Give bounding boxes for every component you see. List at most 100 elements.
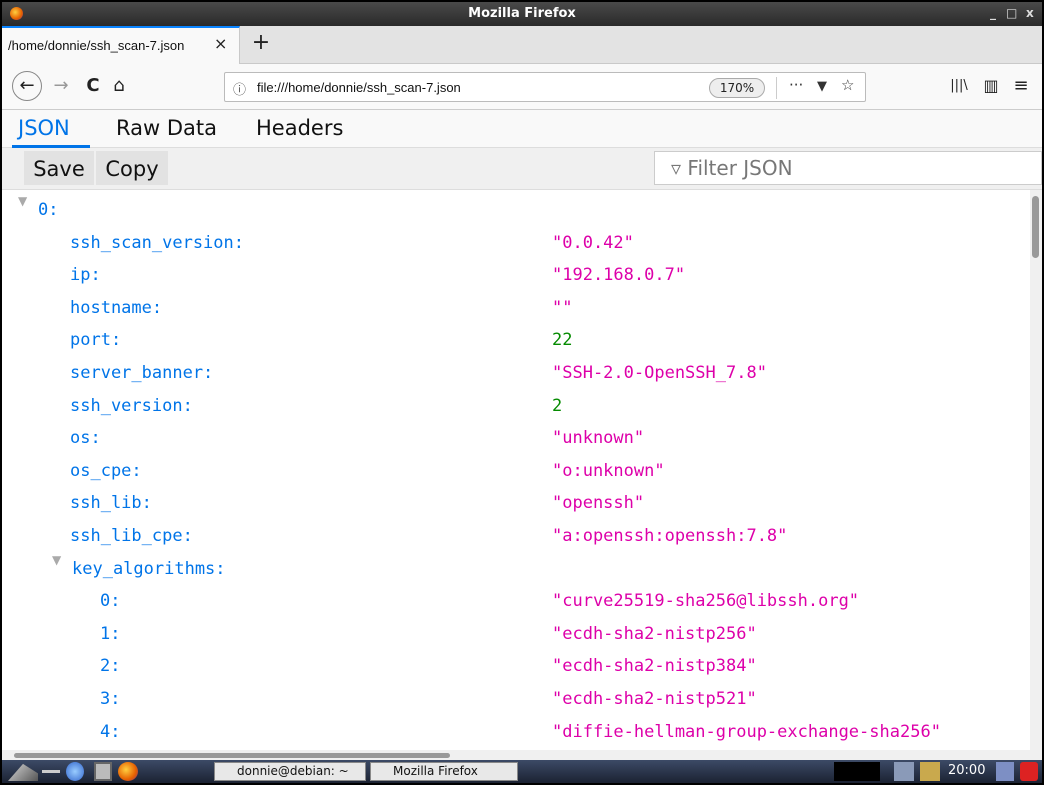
json-row[interactable]: ssh_scan_version: "0.0.42" — [2, 227, 1030, 259]
json-value: "a:openssh:openssh:7.8" — [552, 526, 788, 546]
taskbar: donnie@debian: ~ Mozilla Firefox 20:00 — [2, 760, 1042, 783]
back-button[interactable]: ← — [12, 71, 42, 101]
json-row[interactable]: 2: "ecdh-sha2-nistp384" — [2, 650, 1030, 682]
json-row[interactable]: hostname: "" — [2, 292, 1030, 324]
json-row[interactable]: os_cpe: "o:unknown" — [2, 455, 1030, 487]
json-value: "0.0.42" — [552, 232, 634, 253]
json-key: 0: — [100, 591, 121, 612]
firefox-launcher-icon[interactable] — [118, 762, 138, 781]
expand-twisty-icon[interactable]: ▼ — [52, 553, 61, 567]
taskbar-item-firefox[interactable]: Mozilla Firefox — [370, 762, 518, 781]
site-info-icon[interactable]: ⓘ — [233, 79, 246, 98]
firefox-window: Mozilla Firefox _ □ x /home/donnie/ssh_s… — [2, 2, 1042, 783]
tray-area — [834, 762, 880, 781]
tab-strip: /home/donnie/ssh_scan-7.json × + — [2, 26, 1042, 64]
json-key: ip: — [70, 265, 101, 286]
url-text[interactable]: file:///home/donnie/ssh_scan-7.json — [257, 80, 461, 95]
window-title: Mozilla Firefox — [468, 6, 576, 21]
json-row[interactable]: ssh_lib_cpe: "a:openssh:openssh:7.8" — [2, 520, 1030, 552]
json-row[interactable]: port: 22 — [2, 324, 1030, 356]
show-desktop-icon[interactable] — [42, 770, 60, 773]
json-row[interactable]: 0: "curve25519-sha256@libssh.org" — [2, 585, 1030, 617]
sidebar-icon[interactable]: ▥ — [978, 72, 1004, 100]
zoom-indicator[interactable]: 170% — [709, 78, 765, 98]
taskbar-item-terminal[interactable]: donnie@debian: ~ — [214, 762, 366, 781]
json-row[interactable]: ▼ key_algorithms: — [2, 553, 1030, 585]
terminal-launcher-icon[interactable] — [94, 762, 112, 781]
power-icon[interactable] — [1020, 762, 1038, 781]
json-value: 2 — [552, 395, 563, 416]
json-tree: ▼ 0: ssh_scan_version: "0.0.42" ip: "192.168.… — [2, 190, 1030, 750]
json-row[interactable]: 3: "ecdh-sha2-nistp521" — [2, 683, 1030, 715]
json-row[interactable]: ssh_lib: "openssh" — [2, 487, 1030, 519]
horizontal-scrollbar[interactable] — [2, 750, 1042, 760]
json-key: ssh_scan_version: — [70, 232, 244, 253]
json-row[interactable]: ▼ 0: — [2, 194, 1030, 226]
file-manager-icon[interactable] — [66, 762, 84, 781]
tab-raw-data[interactable]: Raw Data — [116, 116, 217, 140]
expand-twisty-icon[interactable]: ▼ — [18, 194, 27, 208]
horizontal-scroll-thumb[interactable] — [14, 753, 450, 758]
new-tab-button[interactable]: + — [248, 30, 274, 58]
json-key: key_algorithms: — [72, 558, 226, 579]
browser-tab[interactable]: /home/donnie/ssh_scan-7.json × — [2, 26, 240, 64]
json-value: "" — [552, 297, 573, 318]
reload-button[interactable]: C — [82, 72, 104, 100]
json-key: 4: — [100, 721, 121, 742]
tab-headers[interactable]: Headers — [256, 116, 343, 140]
json-key: 3: — [100, 689, 121, 709]
json-key: ssh_version: — [70, 395, 193, 416]
json-toolbar: Save Copy ▿ Filter JSON — [2, 148, 1042, 190]
page-actions-icon[interactable]: ··· — [789, 76, 803, 94]
json-key: 2: — [100, 656, 121, 677]
json-row[interactable]: ip: "192.168.0.7" — [2, 259, 1030, 291]
network-icon[interactable] — [894, 762, 914, 781]
close-tab-icon[interactable]: × — [214, 34, 227, 53]
library-icon[interactable]: |||\ — [946, 72, 972, 100]
json-value: "curve25519-sha256@libssh.org" — [552, 591, 860, 612]
vertical-scroll-thumb[interactable] — [1032, 196, 1039, 258]
navigation-bar: ← → C ⌂ ⓘ file:///home/donnie/ssh_scan-7… — [2, 64, 1042, 110]
start-menu-icon[interactable] — [8, 763, 38, 781]
json-row[interactable]: 4: "diffie-hellman-group-exchange-sha256" — [2, 716, 1030, 748]
bookmark-star-icon[interactable]: ☆ — [841, 76, 854, 94]
json-row[interactable]: os: "unknown" — [2, 422, 1030, 454]
battery-icon[interactable] — [920, 762, 940, 781]
title-bar: Mozilla Firefox _ □ x — [2, 2, 1042, 26]
json-value: "diffie-hellman-group-exchange-sha256" — [552, 721, 941, 742]
url-separator — [776, 77, 777, 99]
json-value: "o:unknown" — [552, 460, 665, 481]
url-bar[interactable]: ⓘ file:///home/donnie/ssh_scan-7.json 17… — [224, 72, 866, 102]
json-row[interactable]: ssh_version: 2 — [2, 390, 1030, 422]
json-key: os: — [70, 428, 101, 449]
json-value: "SSH-2.0-OpenSSH_7.8" — [552, 363, 767, 383]
save-button[interactable]: Save — [24, 151, 94, 185]
json-row[interactable]: 1: "ecdh-sha2-nistp256" — [2, 618, 1030, 650]
clock[interactable]: 20:00 — [948, 763, 985, 778]
json-value: "ecdh-sha2-nistp256" — [552, 623, 757, 644]
tab-json[interactable]: JSON — [18, 116, 70, 140]
json-value: 22 — [552, 330, 573, 351]
json-value: "unknown" — [552, 428, 645, 449]
home-button[interactable]: ⌂ — [108, 72, 130, 100]
pocket-icon[interactable]: ▼ — [817, 79, 827, 94]
json-value: "192.168.0.7" — [552, 265, 686, 286]
menu-icon[interactable]: ≡ — [1008, 72, 1034, 100]
json-key: os_cpe: — [70, 460, 142, 481]
minimize-button[interactable]: _ — [990, 6, 996, 20]
close-window-button[interactable]: x — [1026, 6, 1034, 20]
json-value: "openssh" — [552, 493, 645, 514]
forward-button[interactable]: → — [50, 72, 72, 100]
copy-button[interactable]: Copy — [96, 151, 168, 185]
filter-json-input[interactable]: ▿ Filter JSON — [654, 151, 1042, 185]
json-row[interactable]: server_banner: "SSH-2.0-OpenSSH_7.8" — [2, 357, 1030, 389]
json-value: "ecdh-sha2-nistp521" — [552, 689, 757, 709]
json-key: 0: — [38, 200, 59, 220]
maximize-button[interactable]: □ — [1006, 6, 1017, 20]
user-icon[interactable] — [996, 762, 1014, 781]
vertical-scrollbar[interactable] — [1030, 190, 1042, 750]
json-key: ssh_lib: — [70, 493, 152, 514]
json-viewer-tabs: JSON Raw Data Headers — [2, 110, 1042, 148]
json-key: 1: — [100, 623, 121, 644]
json-value: "ecdh-sha2-nistp384" — [552, 656, 757, 677]
